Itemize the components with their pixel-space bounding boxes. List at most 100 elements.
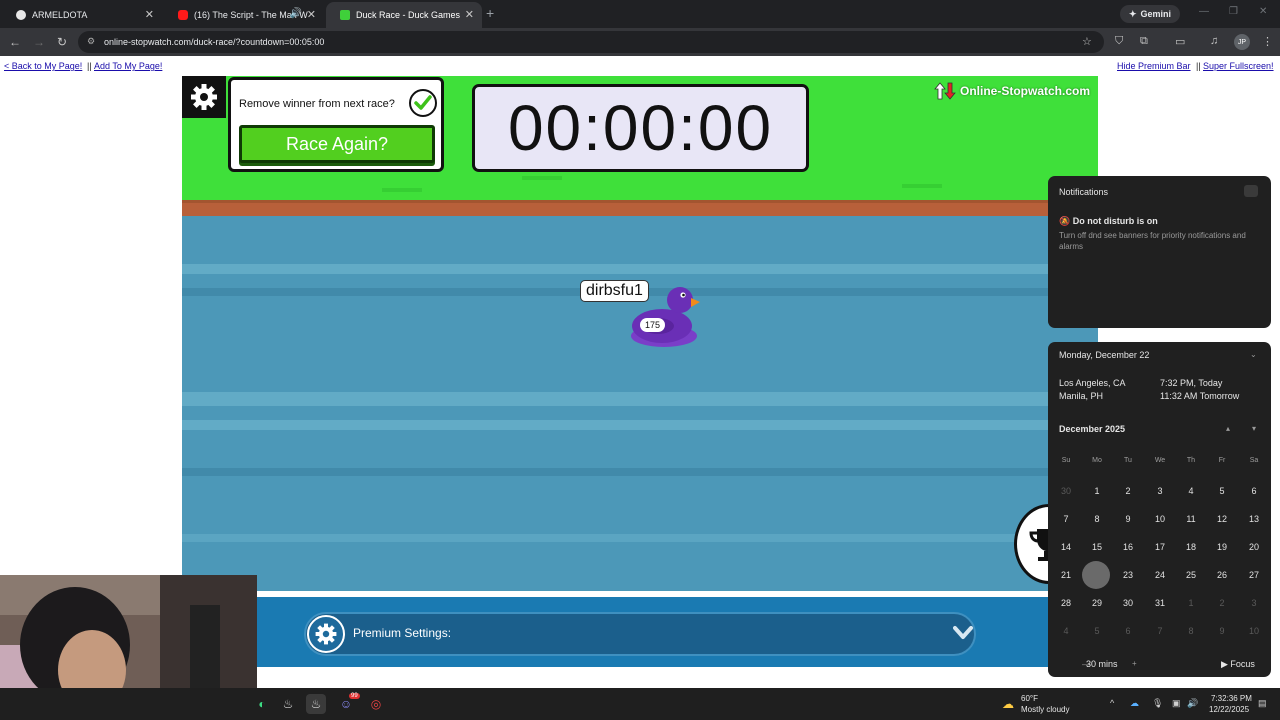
onedrive-icon[interactable]: ☁ xyxy=(1130,698,1139,709)
mic-icon[interactable]: 🎙 xyxy=(1152,698,1163,709)
youtube-favicon-icon xyxy=(178,10,188,20)
calendar-day[interactable]: 14 xyxy=(1055,542,1077,552)
site-info-icon[interactable]: ⚙ xyxy=(87,36,95,47)
profile-avatar[interactable]: JP xyxy=(1234,34,1250,50)
calendar-day[interactable]: 21 xyxy=(1055,570,1077,580)
chevron-down-icon[interactable]: ⌄ xyxy=(1250,350,1257,359)
calendar-day[interactable]: 2 xyxy=(1117,486,1139,496)
extensions-puzzle-icon[interactable]: ⧉ xyxy=(1140,35,1148,48)
back-to-my-page-link[interactable]: < Back to My Page! xyxy=(4,61,82,71)
calendar-day[interactable]: 9 xyxy=(1117,514,1139,524)
steam-active-app-icon[interactable]: ♨ xyxy=(306,694,326,714)
calendar-day[interactable]: 15 xyxy=(1086,542,1108,552)
calendar-day[interactable]: 23 xyxy=(1117,570,1139,580)
taskbar-date[interactable]: 12/22/2025 xyxy=(1209,705,1249,714)
close-tab-icon[interactable]: ✕ xyxy=(307,8,316,21)
race-again-button[interactable]: Race Again? xyxy=(239,125,435,163)
focus-plus-icon[interactable]: + xyxy=(1132,659,1137,668)
volume-icon[interactable]: 🔊 xyxy=(1187,698,1198,709)
tab-duck-race[interactable]: Duck Race - Duck Games ✕ xyxy=(326,2,482,28)
calendar-day[interactable]: 4 xyxy=(1055,626,1077,636)
audio-playing-icon[interactable]: 🔊 xyxy=(290,8,302,19)
calendar-day[interactable]: 30 xyxy=(1117,598,1139,608)
back-arrow-icon[interactable]: ← xyxy=(9,35,21,49)
super-fullscreen-link[interactable]: Super Fullscreen! xyxy=(1203,61,1274,71)
calendar-day[interactable]: 25 xyxy=(1180,570,1202,580)
calendar-day[interactable]: 4 xyxy=(1180,486,1202,496)
tab-armeldota[interactable]: ARMELDOTA ✕ xyxy=(2,2,162,28)
calendar-day[interactable]: 7 xyxy=(1055,514,1077,524)
calendar-day[interactable]: 26 xyxy=(1211,570,1233,580)
calendar-day[interactable]: 6 xyxy=(1117,626,1139,636)
calendar-day[interactable]: 8 xyxy=(1180,626,1202,636)
calendar-day[interactable]: 10 xyxy=(1243,626,1265,636)
close-tab-icon[interactable]: ✕ xyxy=(145,8,154,21)
minimize-icon[interactable]: — xyxy=(1199,6,1209,17)
notification-center-icon[interactable]: ▤ xyxy=(1258,698,1267,709)
calendar-day[interactable]: 11 xyxy=(1180,514,1202,524)
steam-app-icon[interactable]: ♨ xyxy=(278,694,298,714)
network-icon[interactable]: ▣ xyxy=(1172,698,1181,709)
address-bar[interactable]: ⚙ online-stopwatch.com/duck-race/?countd… xyxy=(78,31,1104,53)
chevron-down-icon[interactable] xyxy=(953,625,973,641)
forward-arrow-icon[interactable]: → xyxy=(33,35,45,49)
calendar-day[interactable]: 24 xyxy=(1149,570,1171,580)
tab-title: ARMELDOTA xyxy=(32,10,88,20)
cast-icon[interactable]: ▭ xyxy=(1175,35,1185,48)
calendar-day[interactable]: 3 xyxy=(1243,598,1265,608)
brand-logo[interactable]: Online-Stopwatch.com xyxy=(934,82,1090,100)
calendar-day[interactable]: 3 xyxy=(1149,486,1171,496)
calendar-day[interactable]: 18 xyxy=(1180,542,1202,552)
gemini-button[interactable]: ✦ Gemini xyxy=(1120,5,1181,23)
calendar-day[interactable]: 1 xyxy=(1180,598,1202,608)
focus-button[interactable]: ▶ Focus xyxy=(1221,659,1255,670)
calendar-day[interactable]: 5 xyxy=(1211,486,1233,496)
calendar-day[interactable]: 1 xyxy=(1086,486,1108,496)
calendar-day[interactable]: 2 xyxy=(1211,598,1233,608)
calendar-day[interactable]: 20 xyxy=(1243,542,1265,552)
reload-icon[interactable]: ↻ xyxy=(57,35,67,49)
calendar-day[interactable]: 30 xyxy=(1055,486,1077,496)
calendar-day[interactable]: 8 xyxy=(1086,514,1108,524)
premium-settings-gear-button[interactable] xyxy=(307,615,345,653)
tab-youtube[interactable]: (16) The Script - The Man W 🔊 ✕ xyxy=(164,2,324,28)
tray-chevron-icon[interactable]: ^ xyxy=(1110,698,1114,708)
calendar-day[interactable]: 12 xyxy=(1211,514,1233,524)
hide-premium-bar-link[interactable]: Hide Premium Bar xyxy=(1117,61,1191,71)
shield-extension-icon[interactable]: ⛉ xyxy=(1115,35,1123,48)
next-month-icon[interactable]: ▾ xyxy=(1252,424,1256,433)
calendar-day[interactable]: 16 xyxy=(1117,542,1139,552)
dnd-toggle-icon[interactable] xyxy=(1244,185,1258,197)
calendar-day[interactable]: 31 xyxy=(1149,598,1171,608)
calendar-day[interactable]: 19 xyxy=(1211,542,1233,552)
close-window-icon[interactable]: ✕ xyxy=(1259,6,1267,17)
previous-month-icon[interactable]: ▴ xyxy=(1226,424,1230,433)
calendar-day[interactable]: 28 xyxy=(1055,598,1077,608)
new-tab-icon[interactable]: + xyxy=(486,5,494,21)
calendar-day[interactable]: 7 xyxy=(1149,626,1171,636)
weather-cloudy-icon[interactable]: ☁ xyxy=(998,694,1018,714)
taskbar-time[interactable]: 7:32:36 PM xyxy=(1211,694,1252,703)
settings-button[interactable] xyxy=(182,76,226,118)
calendar-day[interactable]: 9 xyxy=(1211,626,1233,636)
calendar-day[interactable]: 17 xyxy=(1149,542,1171,552)
add-to-my-page-link[interactable]: Add To My Page! xyxy=(94,61,162,71)
calendar-day[interactable]: 13 xyxy=(1243,514,1265,524)
maximize-icon[interactable]: ❐ xyxy=(1229,6,1238,17)
calendar-day[interactable]: 5 xyxy=(1086,626,1108,636)
windows-taskbar xyxy=(0,688,1280,720)
calendar-month-label[interactable]: December 2025 xyxy=(1059,424,1125,434)
calendar-day[interactable]: 10 xyxy=(1149,514,1171,524)
close-tab-icon[interactable]: ✕ xyxy=(465,8,474,21)
more-menu-icon[interactable]: ⋮ xyxy=(1262,35,1273,48)
edge-app-icon[interactable]: ◐ xyxy=(252,694,272,714)
calendar-day[interactable]: 6 xyxy=(1243,486,1265,496)
opera-app-icon[interactable]: ◎ xyxy=(366,694,386,714)
calendar-day[interactable]: 27 xyxy=(1243,570,1265,580)
media-control-icon[interactable]: ♫ xyxy=(1210,35,1218,47)
weekday-label: We xyxy=(1154,457,1166,464)
bookmark-star-icon[interactable]: ☆ xyxy=(1082,35,1092,48)
weekday-label: Th xyxy=(1186,457,1196,464)
remove-winner-checkbox[interactable] xyxy=(409,89,437,117)
calendar-day[interactable]: 29 xyxy=(1086,598,1108,608)
